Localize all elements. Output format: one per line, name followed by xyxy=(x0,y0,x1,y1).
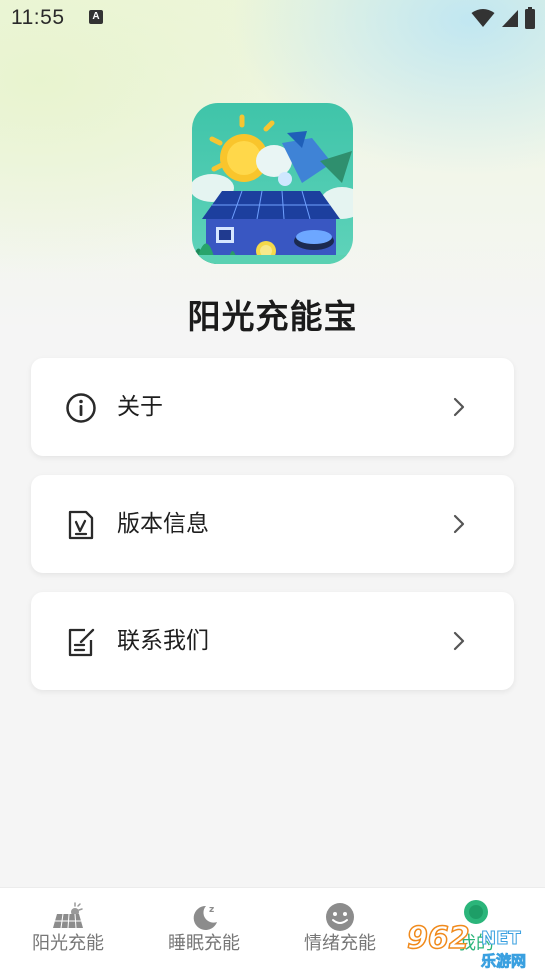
cellular-signal-icon xyxy=(502,10,518,27)
watermark-logo: 962 NET 乐游网 xyxy=(406,920,526,970)
app-logo xyxy=(192,103,353,264)
chevron-right-icon xyxy=(453,631,465,651)
moon-sleep-icon: z xyxy=(193,905,217,930)
watermark-site: 乐游网 xyxy=(481,952,526,970)
info-icon xyxy=(66,393,96,423)
wifi-icon xyxy=(471,9,495,27)
version-info-menu-item[interactable]: 版本信息 xyxy=(31,475,514,573)
tab-mood-charge-label: 情绪充能 xyxy=(304,933,376,954)
contact-us-menu-item[interactable]: 联系我们 xyxy=(31,592,514,690)
watermark-suffix: NET xyxy=(481,928,521,949)
notification-a-icon: A xyxy=(89,10,103,24)
about-menu-item[interactable]: 关于 xyxy=(31,358,514,456)
chevron-right-icon xyxy=(453,514,465,534)
contact-us-label: 联系我们 xyxy=(117,628,209,654)
site-watermark: 962 NET 乐游网 xyxy=(405,912,545,970)
svg-text:z: z xyxy=(209,905,214,915)
version-document-icon xyxy=(68,510,94,540)
app-title: 阳光充能宝 xyxy=(187,297,358,336)
status-time: 11:55 xyxy=(11,6,65,29)
status-icons xyxy=(471,7,535,29)
version-info-label: 版本信息 xyxy=(117,511,209,537)
tab-sleep-charge[interactable]: z 睡眠充能 xyxy=(136,888,272,970)
tab-mood-charge[interactable]: 情绪充能 xyxy=(272,888,408,970)
solar-panel-icon xyxy=(53,902,83,929)
status-bar: 11:55 A xyxy=(0,0,545,36)
smiley-face-icon xyxy=(326,903,354,931)
edit-note-icon xyxy=(68,628,95,657)
solar-panel-house-logo xyxy=(192,103,353,264)
watermark-number: 962 xyxy=(407,921,470,956)
tab-solar-charge[interactable]: 阳光充能 xyxy=(0,888,136,970)
about-label: 关于 xyxy=(117,394,163,420)
battery-icon xyxy=(525,7,535,29)
tab-solar-charge-label: 阳光充能 xyxy=(32,933,104,954)
chevron-right-icon xyxy=(453,397,465,417)
tab-sleep-charge-label: 睡眠充能 xyxy=(168,933,240,954)
